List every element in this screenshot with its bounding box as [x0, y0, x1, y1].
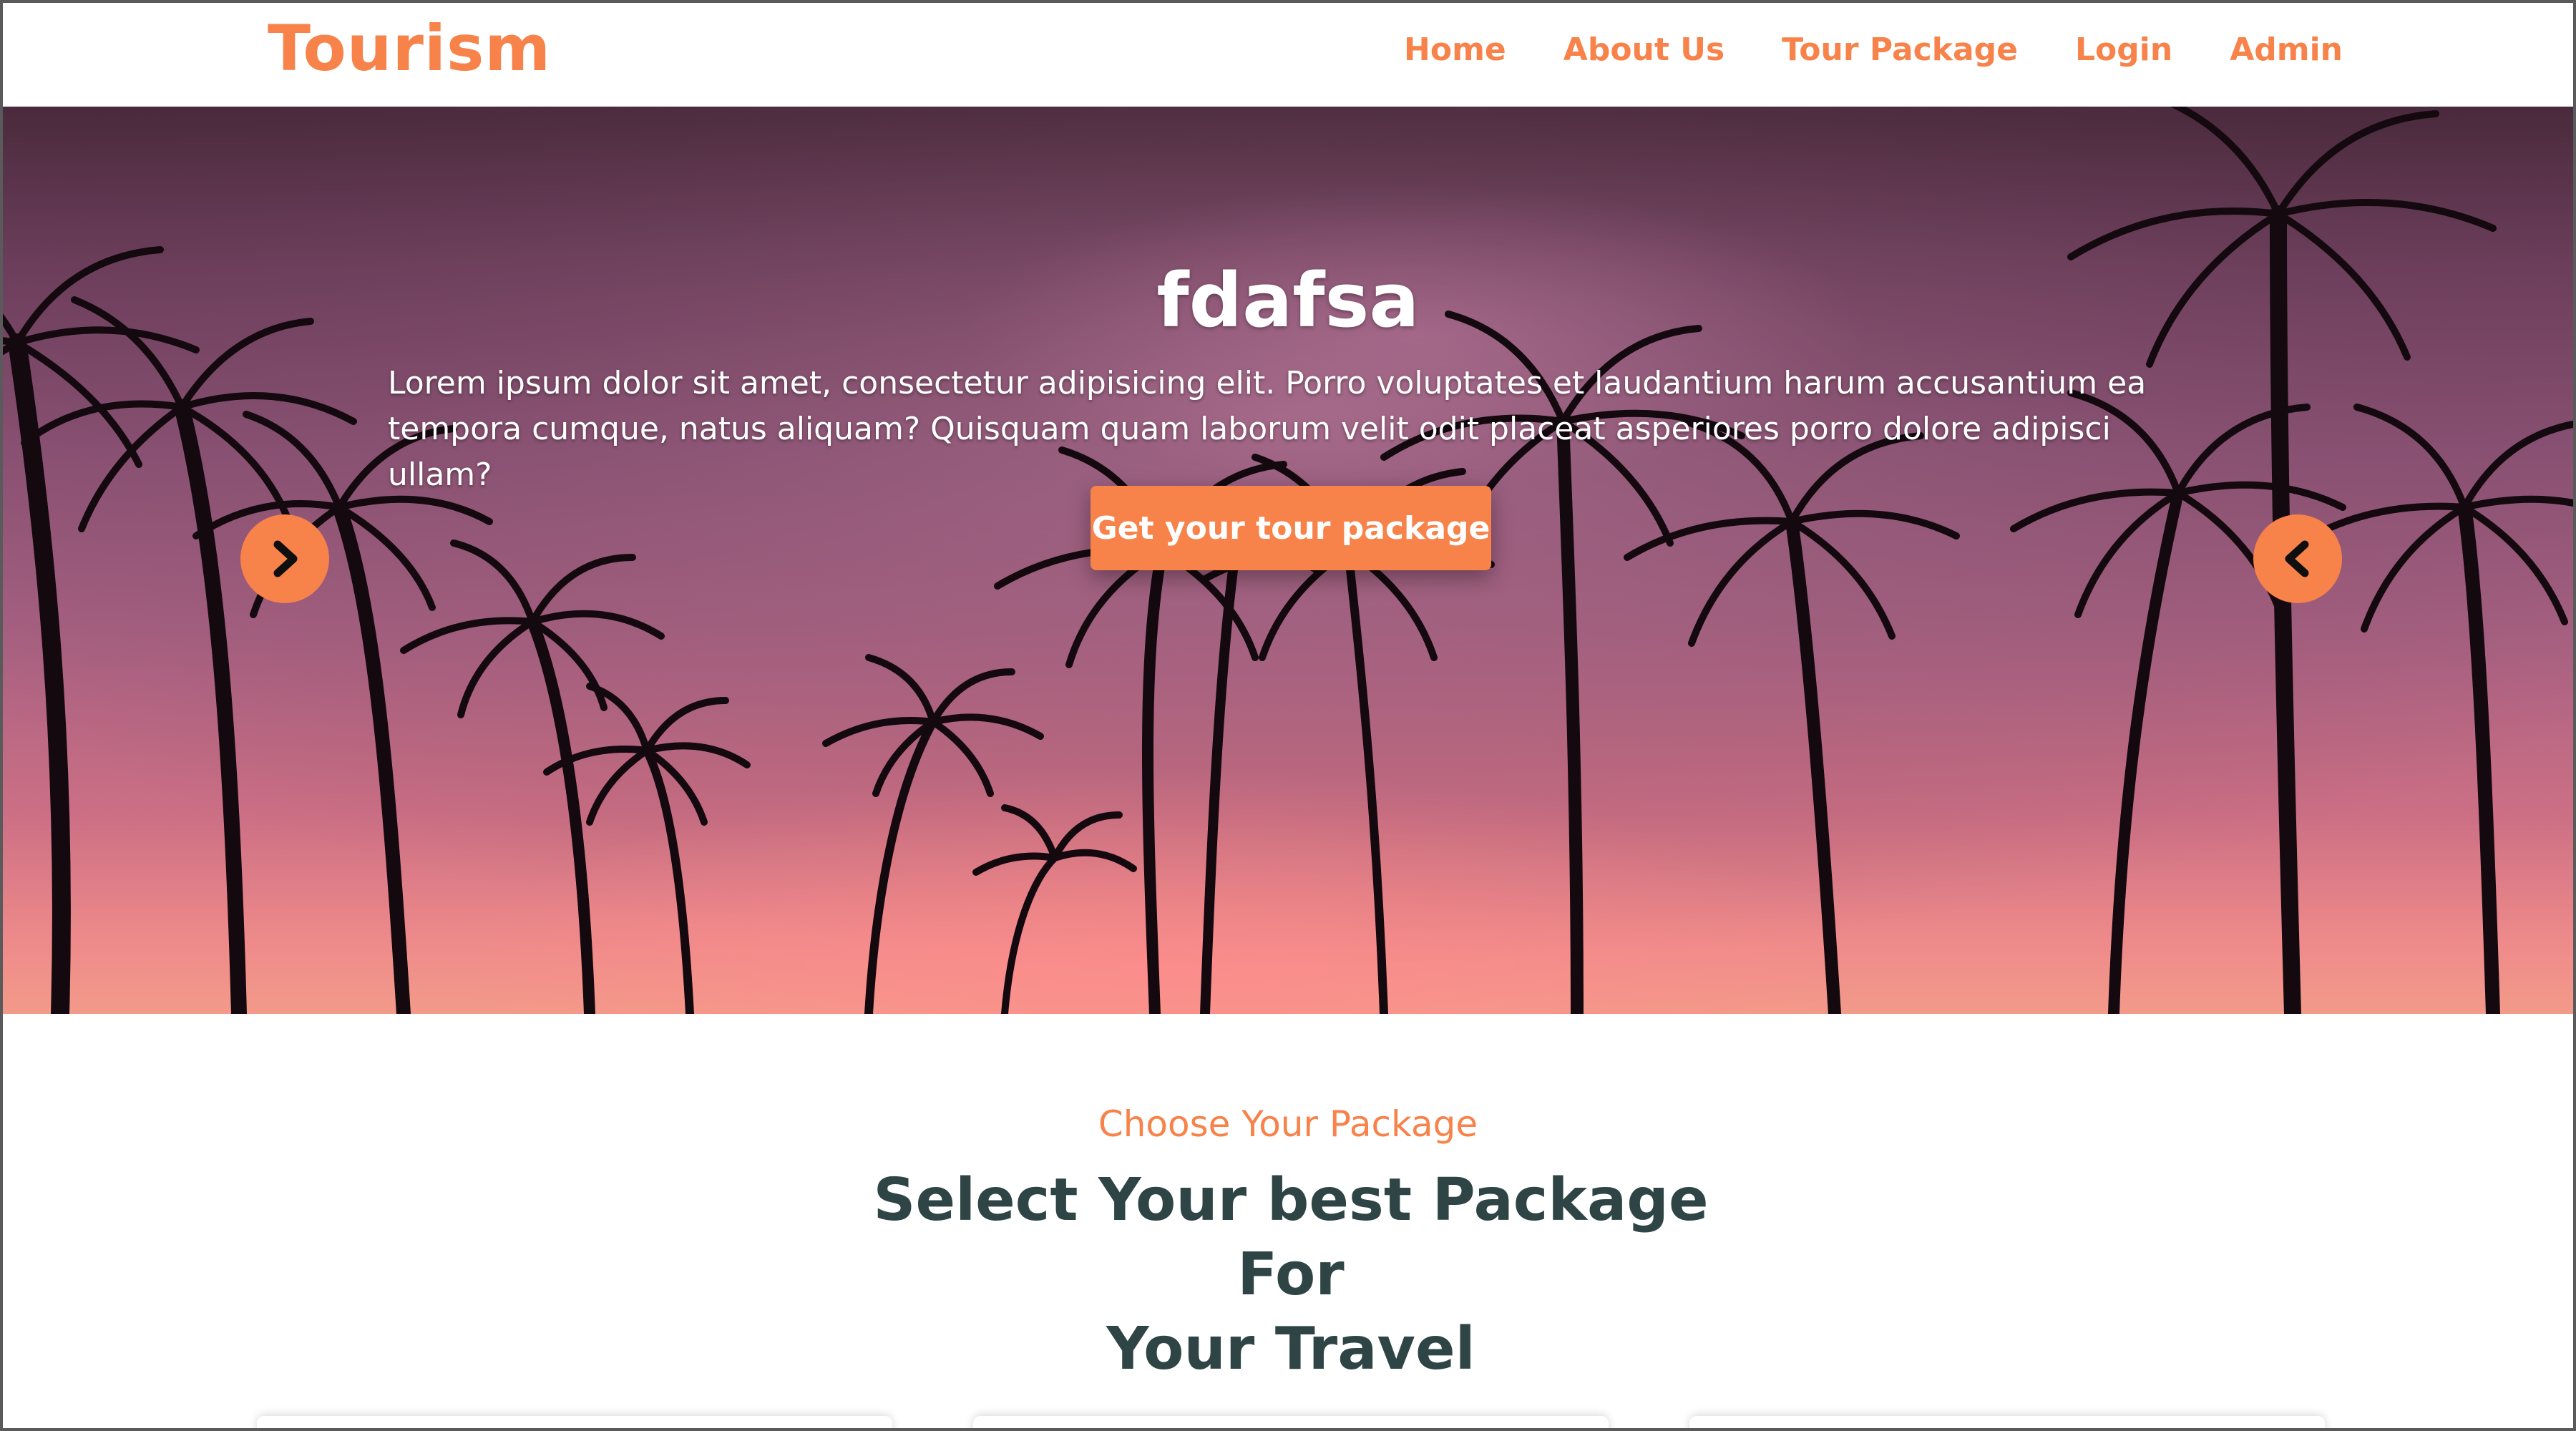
nav-link-about-us[interactable]: About Us: [1563, 31, 1724, 68]
hero-carousel: fdafsa Lorem ipsum dolor sit amet, conse…: [3, 107, 2573, 1014]
package-card[interactable]: [973, 1416, 1609, 1428]
packages-title: Select Your best Package For Your Travel: [833, 1163, 1749, 1387]
hero-title: fdafsa: [1156, 257, 1420, 344]
package-card[interactable]: [1689, 1416, 2325, 1428]
packages-title-line-2: Your Travel: [1106, 1315, 1475, 1383]
hero-description-line-2: tempora cumque, natus aliquam? Quisquam …: [388, 411, 2111, 493]
nav-link-tour-package[interactable]: Tour Package: [1782, 31, 2018, 68]
nav-link-admin[interactable]: Admin: [2230, 31, 2343, 68]
chevron-right-icon: [273, 540, 298, 577]
chevron-left-icon: [2285, 540, 2309, 577]
get-tour-package-button[interactable]: Get your tour package: [1091, 486, 1491, 570]
browser-viewport: Tourism Home About Us Tour Package Login…: [0, 0, 2576, 1431]
nav-link-home[interactable]: Home: [1404, 31, 1506, 68]
packages-title-line-1: Select Your best Package For: [873, 1166, 1709, 1309]
nav-links: Home About Us Tour Package Login Admin: [1347, 31, 2343, 68]
brand-logo[interactable]: Tourism: [268, 11, 551, 85]
hero-description-line-1: Lorem ipsum dolor sit amet, consectetur …: [388, 365, 2147, 401]
nav-link-login[interactable]: Login: [2075, 31, 2172, 68]
navbar: Tourism Home About Us Tour Package Login…: [3, 3, 2573, 107]
packages-subtitle: Choose Your Package: [1098, 1103, 1478, 1145]
carousel-prev-button[interactable]: [2253, 514, 2342, 603]
carousel-next-button[interactable]: [240, 514, 329, 603]
package-card[interactable]: [257, 1416, 892, 1428]
hero-description: Lorem ipsum dolor sit amet, consectetur …: [388, 361, 2198, 498]
